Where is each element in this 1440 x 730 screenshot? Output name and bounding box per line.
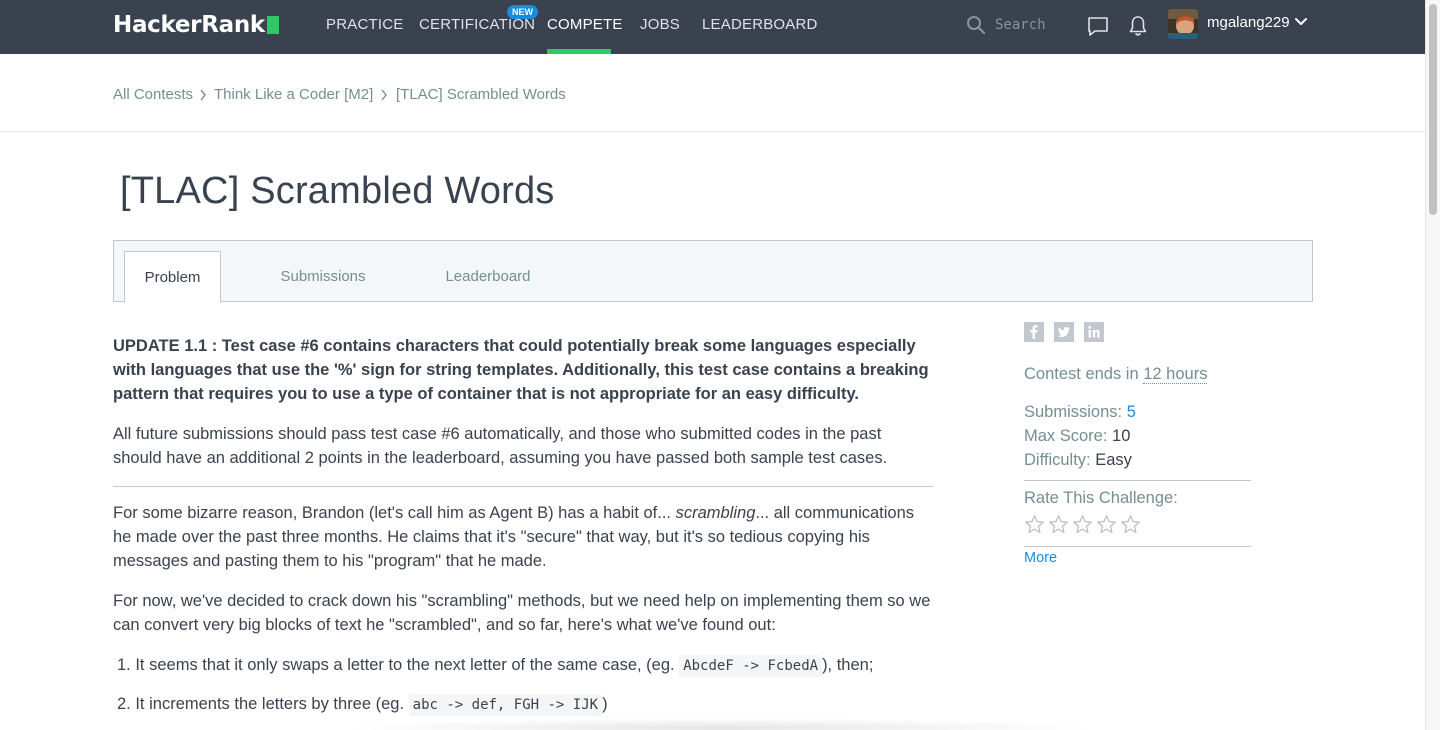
breadcrumb-all-contests[interactable]: All Contests <box>113 86 193 103</box>
new-badge: NEW <box>507 5 538 19</box>
page-title: [TLAC] Scrambled Words <box>120 170 555 212</box>
star-icon[interactable] <box>1120 514 1141 535</box>
rating-stars <box>1024 514 1141 535</box>
twitter-icon[interactable] <box>1054 322 1074 342</box>
list-text-end: ), then; <box>822 656 874 674</box>
contest-ends-label: Contest ends in <box>1024 365 1144 383</box>
logo-mark <box>266 16 279 34</box>
update-notice: UPDATE 1.1 : Test case #6 contains chara… <box>113 337 929 403</box>
challenge-tabs: Problem Submissions Leaderboard <box>113 240 1313 303</box>
intro-paragraph: For some bizarre reason, Brandon (let's … <box>113 501 933 573</box>
chevron-right-icon <box>200 89 206 101</box>
contest-ends-value: 12 hours <box>1143 365 1208 384</box>
tab-submissions[interactable]: Submissions <box>264 251 382 302</box>
chevron-right-icon <box>381 89 387 101</box>
facebook-icon[interactable] <box>1024 322 1044 342</box>
contest-ends: Contest ends in 12 hours <box>1024 365 1208 384</box>
more-link[interactable]: More <box>1024 550 1057 566</box>
submissions-link[interactable]: 5 <box>1127 403 1136 421</box>
inline-code: AbcdeF -> FcbedA <box>679 655 823 677</box>
list-number: 2. <box>117 695 131 713</box>
nav-leaderboard[interactable]: LEADERBOARD <box>702 16 818 33</box>
divider <box>1024 480 1251 481</box>
max-score-value: 10 <box>1112 427 1131 445</box>
star-icon[interactable] <box>1024 514 1045 535</box>
nav-compete[interactable]: COMPETE <box>547 16 623 33</box>
chat-icon[interactable] <box>1087 15 1109 37</box>
search-icon[interactable] <box>965 14 987 36</box>
star-icon[interactable] <box>1096 514 1117 535</box>
divider <box>1024 546 1251 547</box>
avatar[interactable] <box>1168 9 1198 39</box>
star-icon[interactable] <box>1048 514 1069 535</box>
bottom-shadow <box>340 718 1100 730</box>
future-submissions-note: All future submissions should pass test … <box>113 425 888 467</box>
linkedin-icon[interactable] <box>1084 322 1104 342</box>
list-text-end: ) <box>602 695 608 713</box>
list-text: It seems that it only swaps a letter to … <box>130 656 680 674</box>
rate-label: Rate This Challenge: <box>1024 489 1178 507</box>
submissions-count: Submissions: 5 <box>1024 403 1136 422</box>
star-icon[interactable] <box>1072 514 1093 535</box>
chevron-down-icon[interactable] <box>1294 15 1308 29</box>
list-number: 1. <box>117 656 131 674</box>
difficulty-label: Difficulty: <box>1024 451 1096 469</box>
submissions-label: Submissions: <box>1024 403 1127 421</box>
difficulty-value: Easy <box>1095 451 1132 469</box>
list-text: It increments the letters by three (eg. <box>130 695 409 713</box>
bell-icon[interactable] <box>1128 15 1148 37</box>
search-input[interactable] <box>995 14 1065 36</box>
list-item: 1. It seems that it only swaps a letter … <box>117 653 933 678</box>
breadcrumb: All Contests Think Like a Coder [M2] [TL… <box>0 54 1425 132</box>
nav-jobs[interactable]: JOBS <box>640 16 680 33</box>
logo-text: HackerRank <box>113 12 265 38</box>
top-nav: HackerRank PRACTICE CERTIFICATION NEW CO… <box>0 0 1425 54</box>
crack-paragraph: For now, we've decided to crack down his… <box>113 592 931 634</box>
difficulty: Difficulty: Easy <box>1024 451 1132 470</box>
max-score: Max Score: 10 <box>1024 427 1130 446</box>
hackerrank-logo[interactable]: HackerRank <box>113 12 279 38</box>
intro-text: For some bizarre reason, Brandon (let's … <box>113 504 676 522</box>
inline-code: abc -> def, FGH -> IJK <box>408 694 603 716</box>
max-score-label: Max Score: <box>1024 427 1113 445</box>
rules-list: 1. It seems that it only swaps a letter … <box>117 653 933 717</box>
tab-problem[interactable]: Problem <box>124 251 221 303</box>
tab-leaderboard[interactable]: Leaderboard <box>432 251 544 302</box>
problem-statement: UPDATE 1.1 : Test case #6 contains chara… <box>113 334 933 730</box>
nav-practice[interactable]: PRACTICE <box>326 16 403 33</box>
intro-emphasis: scrambling <box>675 504 756 522</box>
breadcrumb-challenge[interactable]: [TLAC] Scrambled Words <box>396 86 566 103</box>
list-item: 2. It increments the letters by three (e… <box>117 692 933 717</box>
breadcrumb-contest[interactable]: Think Like a Coder [M2] <box>214 86 373 103</box>
scrollbar-thumb[interactable] <box>1429 4 1437 215</box>
username[interactable]: mgalang229 <box>1207 14 1290 31</box>
divider <box>113 486 933 487</box>
